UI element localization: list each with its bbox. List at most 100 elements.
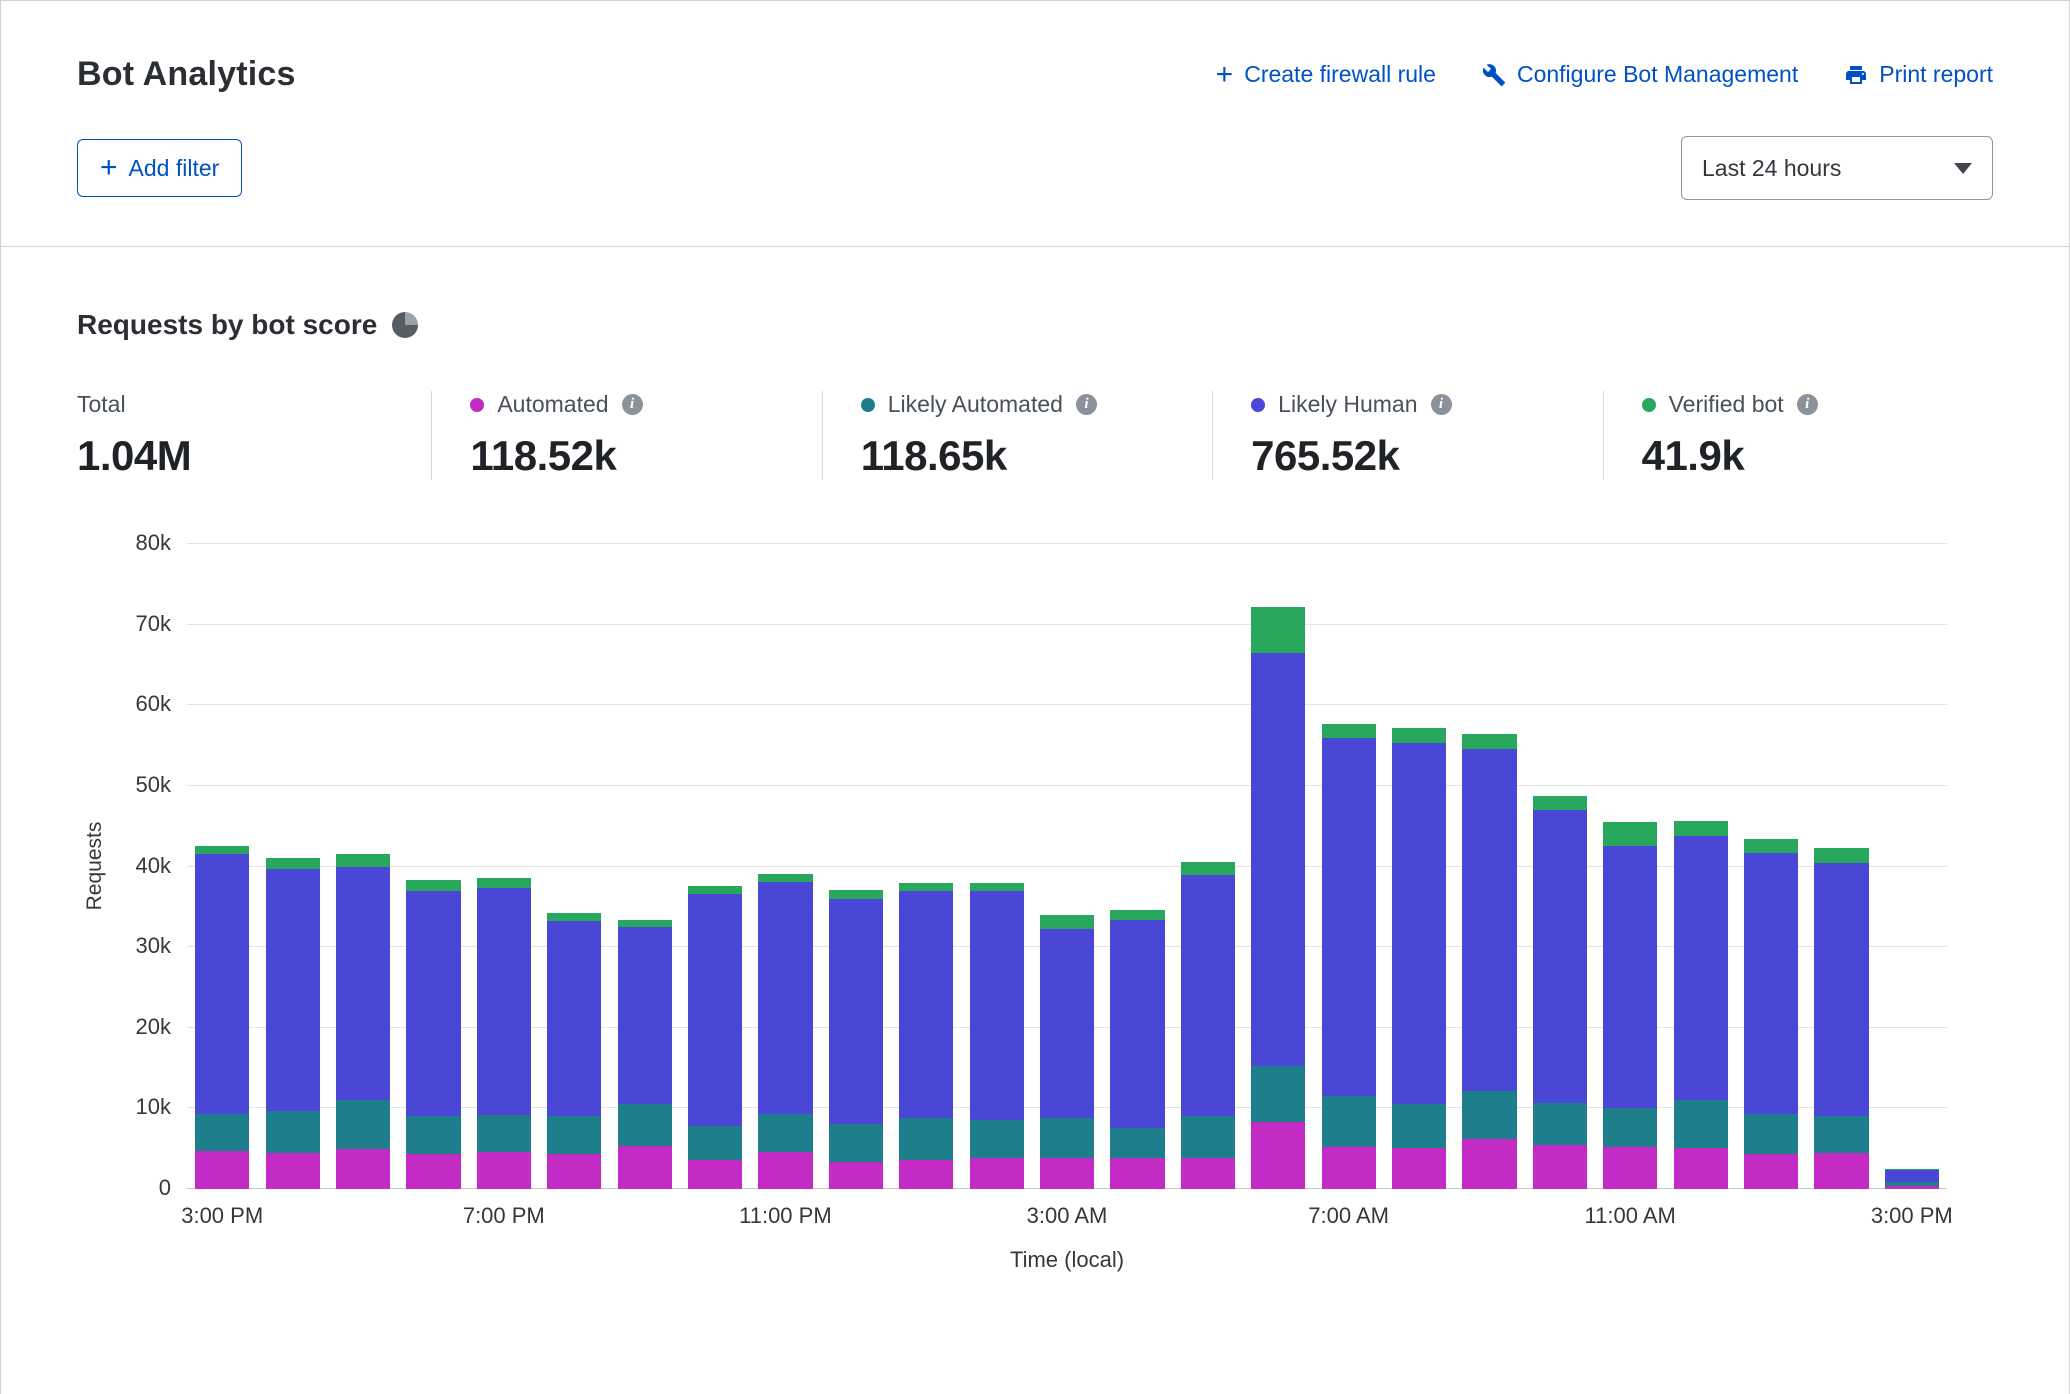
stacked-bar[interactable] xyxy=(266,544,320,1189)
bar-segment-verified-bot xyxy=(1251,607,1305,653)
bar-segment-likely-automated xyxy=(336,1100,390,1148)
x-tick-label: 7:00 AM xyxy=(1308,1203,1389,1229)
stacked-bar[interactable] xyxy=(1533,544,1587,1189)
bar-segment-likely-automated xyxy=(829,1124,883,1162)
bar-slot xyxy=(1877,544,1947,1189)
content: Requests by bot score Total 1.04M Automa… xyxy=(1,247,2069,1273)
bar-slot xyxy=(539,544,609,1189)
info-icon[interactable]: i xyxy=(1431,394,1452,415)
bar-segment-likely-human xyxy=(1674,836,1728,1100)
bar-slot xyxy=(1384,544,1454,1189)
stacked-bar[interactable] xyxy=(406,544,460,1189)
stat-value: 1.04M xyxy=(77,432,411,480)
stacked-bar[interactable] xyxy=(1814,544,1868,1189)
bar-segment-verified-bot xyxy=(266,858,320,868)
stacked-bar[interactable] xyxy=(1885,544,1939,1189)
bar-slot xyxy=(1032,544,1102,1189)
info-icon[interactable]: i xyxy=(1076,394,1097,415)
stacked-bar[interactable] xyxy=(1603,544,1657,1189)
bar-segment-likely-human xyxy=(547,921,601,1117)
plus-icon: + xyxy=(1216,60,1234,90)
stacked-bar[interactable] xyxy=(1322,544,1376,1189)
stat-likely-human[interactable]: Likely Human i 765.52k xyxy=(1212,391,1602,480)
bar-segment-likely-automated xyxy=(1181,1116,1235,1157)
create-firewall-rule-link[interactable]: + Create firewall rule xyxy=(1216,60,1436,90)
stacked-bar[interactable] xyxy=(1392,544,1446,1189)
bar-segment-likely-human xyxy=(1533,810,1587,1103)
bar-segment-likely-human xyxy=(195,854,249,1114)
stat-label: Automated xyxy=(497,391,608,418)
plot-area: 010k20k30k40k50k60k70k80k xyxy=(187,544,1947,1189)
bar-segment-verified-bot xyxy=(1392,728,1446,743)
bar-segment-automated xyxy=(1181,1158,1235,1189)
bar-slot xyxy=(257,544,327,1189)
stat-value: 118.65k xyxy=(861,432,1192,480)
stacked-bar[interactable] xyxy=(547,544,601,1189)
y-tick-label: 60k xyxy=(103,691,171,717)
chevron-down-icon xyxy=(1954,163,1972,174)
bar-segment-likely-human xyxy=(899,891,953,1118)
stat-value: 765.52k xyxy=(1251,432,1582,480)
time-range-select[interactable]: Last 24 hours xyxy=(1681,136,1993,200)
stacked-bar[interactable] xyxy=(618,544,672,1189)
stacked-bar[interactable] xyxy=(899,544,953,1189)
stacked-bar[interactable] xyxy=(758,544,812,1189)
stacked-bar[interactable] xyxy=(1040,544,1094,1189)
bar-segment-automated xyxy=(1533,1145,1587,1189)
x-tick-label: 3:00 PM xyxy=(181,1203,263,1229)
bar-segment-verified-bot xyxy=(618,920,672,927)
bar-slot xyxy=(1595,544,1665,1189)
bar-segment-likely-automated xyxy=(758,1114,812,1152)
configure-bot-management-link[interactable]: Configure Bot Management xyxy=(1482,61,1798,88)
stacked-bar[interactable] xyxy=(195,544,249,1189)
bar-segment-automated xyxy=(406,1154,460,1189)
bar-segment-likely-automated xyxy=(1744,1114,1798,1154)
bar-segment-likely-human xyxy=(406,891,460,1117)
stacked-bar[interactable] xyxy=(1110,544,1164,1189)
stacked-bar[interactable] xyxy=(1251,544,1305,1189)
stat-automated[interactable]: Automated i 118.52k xyxy=(431,391,821,480)
bar-segment-automated xyxy=(618,1146,672,1189)
bar-segment-likely-automated xyxy=(688,1126,742,1160)
stacked-bar[interactable] xyxy=(477,544,531,1189)
info-icon[interactable]: i xyxy=(1797,394,1818,415)
stacked-bar[interactable] xyxy=(688,544,742,1189)
bar-segment-likely-human xyxy=(970,891,1024,1120)
stat-likely-automated[interactable]: Likely Automated i 118.65k xyxy=(822,391,1212,480)
bar-segment-likely-human xyxy=(336,867,390,1101)
add-filter-button[interactable]: + Add filter xyxy=(77,139,242,197)
y-tick-label: 20k xyxy=(103,1014,171,1040)
bar-segment-likely-automated xyxy=(477,1115,531,1152)
stacked-bar[interactable] xyxy=(1744,544,1798,1189)
bar-segment-likely-automated xyxy=(1251,1066,1305,1122)
x-axis-title: Time (local) xyxy=(187,1247,1947,1273)
bar-segment-likely-human xyxy=(1814,863,1868,1116)
bar-segment-likely-automated xyxy=(1462,1091,1516,1139)
bar-segment-likely-human xyxy=(1462,749,1516,1092)
bar-segment-automated xyxy=(829,1162,883,1189)
stacked-bar[interactable] xyxy=(970,544,1024,1189)
stacked-bar[interactable] xyxy=(1181,544,1235,1189)
stacked-bar[interactable] xyxy=(1674,544,1728,1189)
bar-segment-likely-automated xyxy=(1040,1118,1094,1158)
info-icon[interactable]: i xyxy=(622,394,643,415)
requests-chart: Requests 010k20k30k40k50k60k70k80k 3:00 … xyxy=(77,544,1993,1273)
bar-segment-likely-human xyxy=(1322,738,1376,1097)
bar-segment-likely-human xyxy=(1744,853,1798,1114)
stat-total[interactable]: Total 1.04M xyxy=(77,391,431,480)
bar-segment-verified-bot xyxy=(899,883,953,891)
stacked-bar[interactable] xyxy=(1462,544,1516,1189)
stacked-bar[interactable] xyxy=(336,544,390,1189)
bar-segment-automated xyxy=(336,1149,390,1189)
plus-icon: + xyxy=(100,153,118,183)
stats-row: Total 1.04M Automated i 118.52k Likely A… xyxy=(77,391,1993,480)
bar-segment-automated xyxy=(547,1154,601,1189)
bar-segment-likely-human xyxy=(688,894,742,1126)
stat-verified-bot[interactable]: Verified bot i 41.9k xyxy=(1603,391,1993,480)
bar-slot xyxy=(1525,544,1595,1189)
x-tick-label: 3:00 PM xyxy=(1871,1203,1953,1229)
bar-segment-automated xyxy=(1462,1139,1516,1189)
print-report-link[interactable]: Print report xyxy=(1844,61,1993,88)
stacked-bar[interactable] xyxy=(829,544,883,1189)
bar-segment-automated xyxy=(1885,1186,1939,1189)
